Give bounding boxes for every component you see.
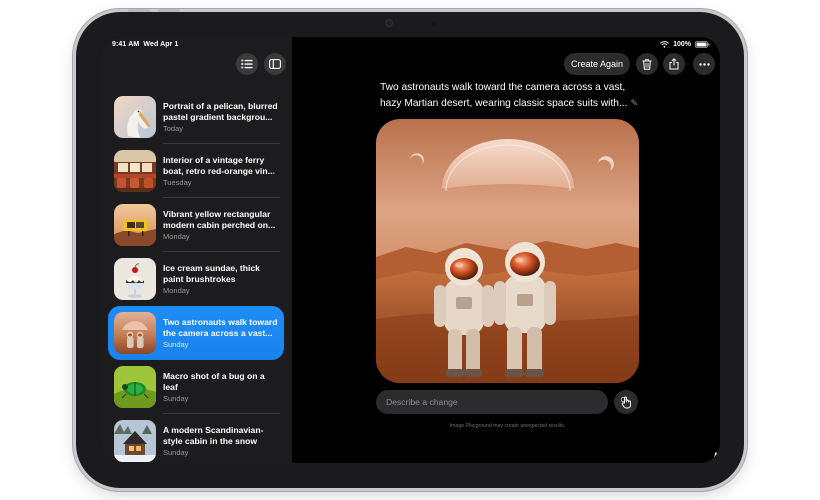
share-button[interactable] [663, 53, 685, 75]
sidebar: 9:41 AM Wed Apr 1 Portrait of a pelican,… [100, 37, 319, 463]
person-picker-button[interactable] [614, 390, 638, 414]
volume-button [158, 9, 180, 12]
bug-thumbnail [114, 366, 156, 408]
item-title: Ice cream sundae, thick paint brushtroke… [163, 262, 260, 284]
list-icon [241, 59, 253, 69]
generated-image [376, 119, 639, 383]
status-date: Wed Apr 1 [143, 41, 179, 48]
share-icon [669, 58, 679, 70]
list-item[interactable]: Macro shot of a bug on a leaf Sunday [108, 360, 284, 414]
item-title: Interior of a vintage ferry boat, retro … [163, 154, 275, 176]
status-time: 9:41 AM [112, 41, 140, 48]
item-date: Monday [163, 232, 190, 242]
status-time-date: 9:41 AM Wed Apr 1 [112, 41, 179, 48]
ipad-device: 9:41 AM Wed Apr 1 Portrait of a pelican,… [76, 9, 744, 488]
ferry-thumbnail [114, 150, 156, 192]
volume-button [128, 9, 150, 12]
main-panel: 100% Create Again Two astronauts walk to… [292, 37, 720, 463]
item-title: Macro shot of a bug on a leaf [163, 370, 265, 392]
item-date: Sunday [163, 448, 189, 458]
image-history-list: Portrait of a pelican, blurred pastel gr… [108, 90, 284, 463]
list-item[interactable]: Portrait of a pelican, blurred pastel gr… [108, 90, 284, 144]
item-date: Sunday [163, 340, 189, 350]
pelican-thumbnail [114, 96, 156, 138]
toggle-sidebar-button[interactable] [264, 53, 286, 75]
cabin-thumbnail [114, 204, 156, 246]
status-indicators: 100% [660, 41, 710, 48]
describe-change-input[interactable]: Describe a change [376, 390, 608, 414]
sensor [432, 22, 436, 26]
battery-icon [695, 41, 710, 48]
list-item[interactable]: Interior of a vintage ferry boat, retro … [108, 144, 284, 198]
corner-indicator-icon [709, 452, 717, 463]
hand-pointer-icon [620, 396, 631, 408]
list-item[interactable]: Ice cream sundae, thick paint brushtroke… [108, 252, 284, 306]
screen: 9:41 AM Wed Apr 1 Portrait of a pelican,… [100, 37, 720, 463]
trash-icon [642, 58, 652, 70]
item-title: Portrait of a pelican, blurred pastel gr… [163, 100, 278, 122]
item-date: Sunday [163, 394, 189, 404]
battery-percent: 100% [673, 41, 691, 48]
snow-cabin-thumbnail [114, 420, 156, 462]
create-again-button[interactable]: Create Again [564, 53, 630, 75]
list-item-selected[interactable]: Two astronauts walk toward the camera ac… [108, 306, 284, 360]
list-item[interactable]: A modern Scandinavian-style cabin in the… [108, 414, 284, 463]
more-button[interactable] [693, 53, 715, 75]
pencil-icon[interactable]: ✎ [630, 98, 638, 108]
list-view-button[interactable] [236, 53, 258, 75]
sundae-thumbnail [114, 258, 156, 300]
item-date: Monday [163, 286, 190, 296]
delete-button[interactable] [636, 53, 658, 75]
sidebar-icon [269, 59, 281, 69]
disclaimer-text: Image Playground may create unexpected r… [449, 423, 566, 429]
astronauts-thumbnail [114, 312, 156, 354]
item-date: Tuesday [163, 178, 192, 188]
item-title: Two astronauts walk toward the camera ac… [163, 316, 278, 338]
item-title: Vibrant yellow rectangular modern cabin … [163, 208, 276, 230]
prompt-label: Two astronauts walk toward the camera ac… [380, 82, 628, 109]
prompt-text[interactable]: Two astronauts walk toward the camera ac… [380, 81, 640, 111]
front-camera [386, 20, 392, 26]
item-date: Today [163, 124, 184, 134]
ellipsis-icon [698, 62, 710, 66]
list-item[interactable]: Vibrant yellow rectangular modern cabin … [108, 198, 284, 252]
item-title: A modern Scandinavian-style cabin in the… [163, 424, 264, 446]
wifi-icon [660, 41, 669, 48]
